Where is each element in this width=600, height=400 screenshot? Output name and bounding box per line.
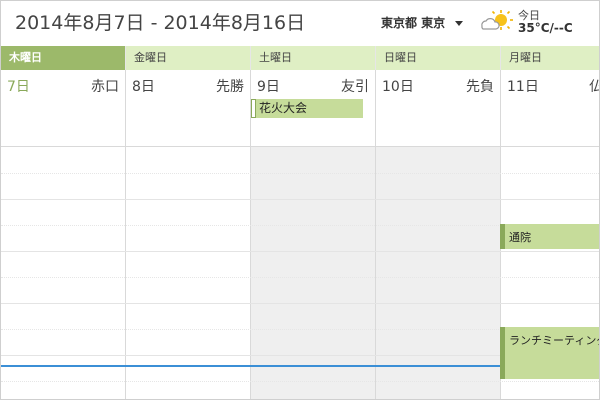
rokuyo-label: 仏 [589,76,599,96]
calendar-event[interactable]: ランチミーティング [500,327,599,379]
day-number: 9日 [257,79,280,95]
event-color-bar [500,224,505,249]
rokuyo-label: 先負 [466,79,494,95]
hour-line [1,251,599,252]
day-number: 8日 [132,79,155,95]
calendar-window: 2014年8月7日 - 2014年8月16日 東京都 東京 今日 35°C/--… [0,0,600,400]
time-column-thursday[interactable] [1,147,125,399]
day-number: 10日 [382,79,414,95]
weather-temperature: 35°C/--C [518,21,573,35]
event-title: 通院 [509,231,531,244]
calendar-event[interactable]: 通院 [500,224,599,249]
time-column-friday[interactable] [125,147,250,399]
chevron-down-icon [455,21,464,26]
weekday-header-row: 木曜日 金曜日 土曜日 日曜日 月曜日 [1,46,599,70]
weekday-header-saturday[interactable]: 土曜日 [250,46,375,70]
weekday-header-friday[interactable]: 金曜日 [125,46,250,70]
rokuyo-label: 赤口 [91,79,119,95]
time-column-sunday[interactable] [375,147,500,399]
location-label: 東京都 東京 [381,16,446,30]
half-hour-line [1,277,599,278]
event-color-bar [251,99,256,118]
half-hour-line [1,173,599,174]
day-cell-7[interactable]: 7日 赤口 [1,70,125,147]
location-selector[interactable]: 東京都 東京 [381,14,464,31]
day-cell-8[interactable]: 8日 先勝 [125,70,250,147]
day-cell-10[interactable]: 10日 先負 [375,70,500,147]
time-column-saturday[interactable] [250,147,375,399]
day-number: 11日 [507,79,539,95]
hour-line [1,199,599,200]
date-range-title: 2014年8月7日 - 2014年8月16日 [15,12,306,34]
weekday-header-thursday[interactable]: 木曜日 [1,46,125,70]
event-title: 花火大会 [259,101,308,115]
half-hour-line [1,381,599,382]
all-day-event[interactable]: 花火大会 [251,99,363,118]
day-cell-11[interactable]: 11日 仏 [500,70,599,147]
weekday-header-sunday[interactable]: 日曜日 [375,46,500,70]
rokuyo-label: 友引 [341,79,369,95]
partly-sunny-icon [481,10,513,30]
rokuyo-label: 先勝 [216,79,244,95]
day-number: 7日 [7,79,30,95]
hour-line [1,303,599,304]
weekday-header-monday[interactable]: 月曜日 [500,46,599,70]
event-title: ランチミーティング [509,334,600,347]
current-time-line [1,365,500,367]
event-color-bar [500,327,505,379]
calendar-header: 2014年8月7日 - 2014年8月16日 東京都 東京 今日 35°C/--… [1,1,599,45]
